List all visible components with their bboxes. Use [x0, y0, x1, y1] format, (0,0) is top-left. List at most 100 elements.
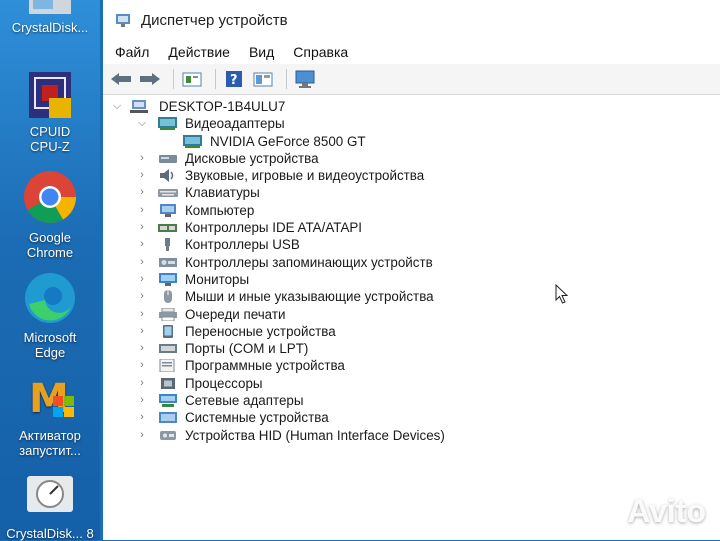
chevron-right-icon[interactable]: ›: [136, 409, 148, 426]
usb-icon: [165, 238, 170, 252]
gpu-icon: [183, 134, 202, 148]
tree-category-item[interactable]: › Клавиатуры: [103, 184, 720, 201]
tree-category-item[interactable]: › Переносные устройства: [103, 323, 720, 340]
tree-category-item[interactable]: › Мониторы: [103, 271, 720, 288]
properties-button[interactable]: [180, 68, 204, 90]
tree-category-label: Системные устройства: [185, 410, 329, 426]
toolbar-separator: [286, 69, 287, 89]
chevron-right-icon[interactable]: ›: [136, 306, 148, 323]
display-adapter-icon: [158, 117, 177, 131]
tree-category-display-adapters[interactable]: ⌵ Видеоадаптеры: [103, 115, 720, 132]
tree-category-label: Устройства HID (Human Interface Devices): [185, 427, 445, 443]
tree-category-label: Очереди печати: [185, 306, 286, 322]
crystaldiskinfo-icon: [19, 0, 81, 18]
category-list: › Дисковые устройства › Звуковые, игровые и…: [103, 150, 720, 444]
chevron-right-icon[interactable]: ›: [136, 357, 148, 374]
title-bar[interactable]: Диспетчер устройств: [103, 0, 720, 40]
tree-root-label: DESKTOP-1B4ULU7: [159, 99, 286, 114]
chevron-right-icon[interactable]: ›: [136, 271, 148, 288]
tree-category-item[interactable]: › Звуковые, игровые и видеоустройства: [103, 167, 720, 184]
desktop-icon-crystaldiskinfo[interactable]: CrystalDisk...: [0, 0, 100, 35]
back-button[interactable]: [109, 68, 133, 90]
device-tree: ⌵ DESKTOP-1B4ULU7 ⌵ Видеоадаптеры NVIDIA…: [103, 95, 720, 444]
menu-view[interactable]: Вид: [249, 44, 274, 60]
chevron-right-icon[interactable]: ›: [136, 254, 148, 271]
view-icon: [253, 72, 273, 87]
tree-category-item[interactable]: › Устройства HID (Human Interface Devices…: [103, 427, 720, 444]
printer-icon: [159, 307, 177, 321]
desktop-icon-crystaldiskmark[interactable]: CrystalDisk... 8: [0, 466, 100, 541]
tree-category-item[interactable]: › Процессоры: [103, 375, 720, 392]
toolbar: ?: [103, 64, 720, 95]
tree-category-item[interactable]: › Порты (COM и LPT): [103, 340, 720, 357]
chevron-down-icon[interactable]: ⌵: [136, 115, 148, 132]
chevron-right-icon[interactable]: ›: [136, 375, 148, 392]
tree-category-label: Процессоры: [185, 375, 263, 391]
chevron-right-icon[interactable]: ›: [136, 202, 148, 219]
tree-device-label: NVIDIA GeForce 8500 GT: [210, 133, 366, 149]
chevron-right-icon[interactable]: ›: [136, 236, 148, 253]
view-button[interactable]: [251, 68, 275, 90]
cpuz-icon: [19, 72, 81, 122]
disk-drive-icon: [159, 154, 177, 163]
mouse-icon: [164, 290, 172, 304]
tree-category-label: Программные устройства: [185, 358, 345, 374]
toolbar-separator: [215, 69, 216, 89]
desktop-icon-chrome[interactable]: Google Chrome: [0, 170, 100, 260]
window-title: Диспетчер устройств: [141, 11, 288, 29]
tree-category-item[interactable]: › Мыши и иные указывающие устройства: [103, 288, 720, 305]
chevron-right-icon[interactable]: ›: [136, 288, 148, 305]
tree-category-label: Компьютер: [185, 202, 255, 218]
tree-root[interactable]: ⌵ DESKTOP-1B4ULU7: [103, 98, 720, 115]
system-device-icon: [159, 412, 177, 424]
chevron-right-icon[interactable]: ›: [136, 392, 148, 409]
port-icon: [159, 344, 177, 354]
avito-watermark: Avito: [587, 493, 706, 530]
activator-icon: M: [19, 368, 81, 426]
ide-controller-icon: [158, 224, 177, 233]
menu-action[interactable]: Действие: [168, 44, 230, 60]
chevron-right-icon[interactable]: ›: [136, 219, 148, 236]
tree-category-item[interactable]: › Контроллеры USB: [103, 236, 720, 253]
chevron-right-icon[interactable]: ›: [136, 167, 148, 184]
chevron-right-icon[interactable]: ›: [136, 150, 148, 167]
scan-hardware-button[interactable]: [293, 68, 317, 90]
device-manager-icon: [116, 14, 130, 27]
tree-category-item[interactable]: › Системные устройства: [103, 409, 720, 426]
speaker-icon: [160, 169, 174, 183]
desktop-icon-edge[interactable]: Microsoft Edge: [0, 270, 100, 360]
chevron-right-icon[interactable]: ›: [136, 340, 148, 357]
menu-bar: Файл Действие Вид Справка: [103, 40, 720, 64]
tree-category-item[interactable]: › Дисковые устройства: [103, 150, 720, 167]
tree-category-item[interactable]: › Компьютер: [103, 202, 720, 219]
chevron-down-icon[interactable]: ⌵: [111, 98, 123, 115]
tree-category-item[interactable]: › Очереди печати: [103, 306, 720, 323]
processor-icon: [161, 377, 175, 389]
menu-help[interactable]: Справка: [293, 44, 348, 60]
forward-button[interactable]: [138, 68, 162, 90]
keyboard-icon: [158, 189, 178, 198]
tree-category-item[interactable]: › Программные устройства: [103, 357, 720, 374]
desktop-icon-cpuz[interactable]: CPUID CPU-Z: [0, 72, 100, 154]
menu-file[interactable]: Файл: [115, 44, 149, 60]
tree-device-gpu[interactable]: NVIDIA GeForce 8500 GT: [103, 133, 720, 150]
properties-icon: [182, 72, 202, 87]
toolbar-separator: [173, 69, 174, 89]
storage-controller-icon: [159, 257, 177, 267]
tree-category-label: Контроллеры запоминающих устройств: [185, 254, 433, 270]
avito-wordmark: Avito: [627, 493, 706, 529]
crystaldiskmark-icon: [19, 466, 81, 524]
tree-category-label: Мониторы: [185, 271, 250, 287]
tree-category-label: Переносные устройства: [185, 323, 336, 339]
chevron-right-icon[interactable]: ›: [136, 323, 148, 340]
tree-category-item[interactable]: › Контроллеры запоминающих устройств: [103, 254, 720, 271]
network-adapter-icon: [159, 394, 177, 408]
help-button[interactable]: ?: [222, 68, 246, 90]
chevron-right-icon[interactable]: ›: [136, 184, 148, 201]
chevron-right-icon[interactable]: ›: [136, 427, 148, 444]
tree-category-item[interactable]: › Сетевые адаптеры: [103, 392, 720, 409]
desktop-icon-activator[interactable]: M Активатор запустит...: [0, 368, 100, 458]
tree-category-item[interactable]: › Контроллеры IDE ATA/ATAPI: [103, 219, 720, 236]
tree-category-label: Контроллеры IDE ATA/ATAPI: [185, 220, 363, 236]
software-device-icon: [159, 359, 175, 373]
